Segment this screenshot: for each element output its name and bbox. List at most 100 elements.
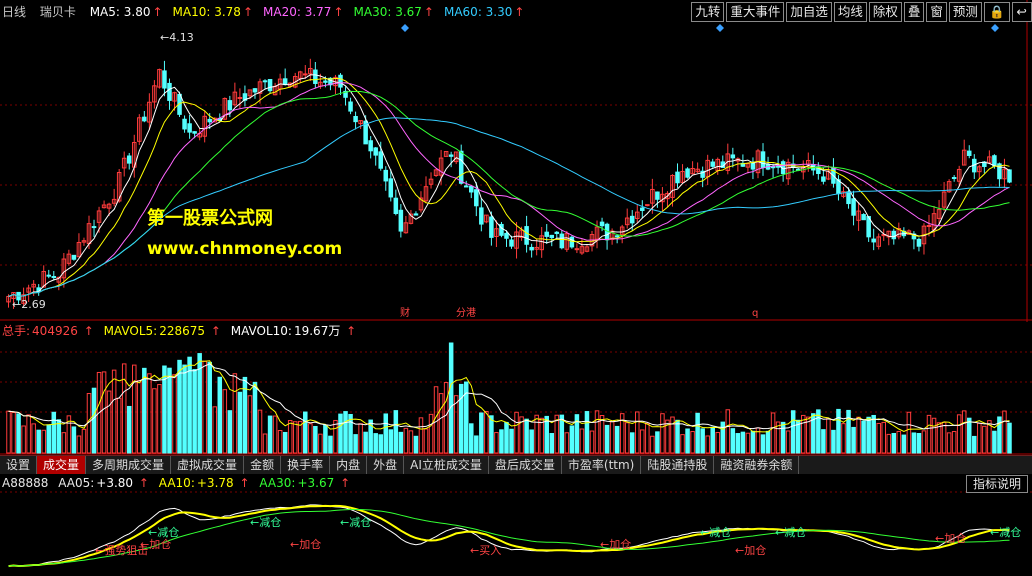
volume-bar: [479, 412, 484, 454]
back-icon[interactable]: ↩: [1011, 2, 1032, 22]
tab-4[interactable]: 金额: [244, 456, 282, 474]
tab-0[interactable]: 设置: [0, 456, 38, 474]
tab-12[interactable]: 融资融券余额: [714, 456, 800, 474]
candle-body: [675, 171, 680, 184]
volume-bar: [217, 376, 223, 454]
event-marker: 分港: [456, 307, 476, 319]
forecast-button[interactable]: 预测: [948, 2, 982, 22]
ex-rights-button[interactable]: 除权: [868, 2, 902, 22]
candle-body: [398, 209, 404, 232]
lock-icon[interactable]: 🔒: [983, 2, 1010, 22]
candle-body: [926, 225, 932, 228]
up-arrow-icon: ↑: [333, 5, 344, 19]
tab-3[interactable]: 虚拟成交量: [171, 456, 245, 474]
event-marker: 财: [400, 306, 410, 319]
candle-body: [192, 131, 197, 134]
candle-body: [458, 150, 464, 184]
high-price-label: ←4.13: [160, 31, 194, 44]
volume-bar: [282, 431, 288, 454]
candle-body: [645, 204, 650, 207]
price-chart[interactable]: ←4.13 ←2.69 财 分港 q: [0, 0, 1032, 322]
indicator-name: A88888: [2, 476, 49, 490]
ma-legend: 日线 瑞贝卡 MA5: 3.80 ↑ MA10: 3.78 ↑ MA20: 3.77 ↑ M…: [2, 4, 528, 20]
volume-bar: [549, 433, 555, 454]
volume-bar: [373, 433, 378, 454]
candle-body: [966, 150, 972, 156]
tab-2[interactable]: 多周期成交量: [86, 456, 172, 474]
candle-body: [504, 232, 509, 239]
tab-11[interactable]: 陆股通持股: [641, 456, 715, 474]
volume-bar: [916, 433, 922, 454]
tab-8[interactable]: AI立桩成交量: [404, 456, 489, 474]
volume-bar: [378, 434, 383, 454]
candle-body: [252, 88, 258, 93]
volume-bar: [303, 411, 308, 454]
ma-legend-item: MA5: 3.80: [89, 5, 151, 19]
signal-label: ←加仓: [290, 537, 321, 551]
volume-bar: [142, 367, 147, 454]
volume-bar: [675, 419, 680, 454]
ma-button[interactable]: 均线: [833, 2, 867, 22]
major-events-button[interactable]: 重大事件: [726, 2, 785, 22]
volume-bar: [911, 432, 917, 454]
add-watchlist-button[interactable]: 加自选: [786, 2, 832, 22]
tab-5[interactable]: 换手率: [281, 456, 331, 474]
candle-body: [303, 73, 308, 76]
volume-bar: [489, 415, 494, 454]
aa30-value: +3.67: [297, 476, 335, 490]
volume-bar: [71, 426, 77, 454]
volume-bar: [353, 434, 358, 454]
volume-bar: [720, 421, 726, 454]
volume-bar: [458, 383, 464, 454]
candle-body: [629, 215, 635, 224]
volume-bar: [629, 432, 635, 454]
jiuzhuan-button[interactable]: 九转: [691, 2, 725, 22]
ma-legend-item: MA10: 3.78: [172, 5, 241, 19]
candle-body: [599, 221, 605, 227]
mavol10-value: 19.67万: [293, 324, 341, 338]
candle-body: [992, 155, 997, 167]
signal-label: ←减仓: [148, 525, 179, 539]
volume-bar: [388, 429, 394, 454]
tab-6[interactable]: 内盘: [330, 456, 368, 474]
volume-bar: [448, 342, 454, 454]
volume-bar: [504, 421, 509, 454]
volume-bar: [252, 381, 258, 454]
volume-bar: [740, 431, 746, 454]
indicator-legend: A88888 AA05: +3.80 ↑ AA10: +3.78 ↑ AA30: +3…: [2, 476, 351, 490]
candle-body: [162, 70, 167, 89]
signal-label: ←减仓: [775, 525, 806, 539]
volume-bar: [398, 431, 404, 454]
window-button[interactable]: 窗: [926, 2, 947, 22]
volume-bar: [51, 411, 57, 454]
low-price-label: ←2.69: [12, 298, 46, 311]
volume-bar: [383, 413, 389, 454]
tab-10[interactable]: 市盈率(ttm): [562, 456, 642, 474]
volume-bar: [831, 429, 836, 454]
volume-bar: [167, 367, 172, 454]
volume-bar: [182, 364, 187, 454]
volume-bar: [267, 415, 273, 454]
volume-bar: [851, 426, 856, 454]
candle-body: [489, 216, 494, 238]
volume-bar: [836, 408, 841, 454]
overlay-button[interactable]: 叠: [903, 2, 925, 22]
volume-bar: [972, 435, 977, 454]
volume-bar: [524, 418, 529, 454]
candle-body: [846, 191, 851, 205]
tab-1[interactable]: 成交量: [37, 456, 87, 474]
tab-9[interactable]: 盘后成交量: [489, 456, 562, 474]
candle-body: [182, 118, 187, 130]
candle-body: [549, 234, 555, 239]
candle-body: [207, 118, 212, 123]
candle-body: [227, 100, 233, 111]
ma-values: MA5: 3.80 ↑ MA10: 3.78 ↑ MA20: 3.77 ↑ MA30: 3.…: [82, 5, 527, 19]
volume-chart[interactable]: [0, 322, 1032, 455]
candle-body: [267, 79, 273, 92]
volume-bar: [413, 435, 419, 454]
indicator-help-button[interactable]: 指标说明: [965, 475, 1028, 493]
volume-bar: [966, 417, 972, 454]
signal-label: ←加仓: [935, 531, 966, 545]
volume-bar: [338, 413, 343, 454]
tab-7[interactable]: 外盘: [367, 456, 405, 474]
